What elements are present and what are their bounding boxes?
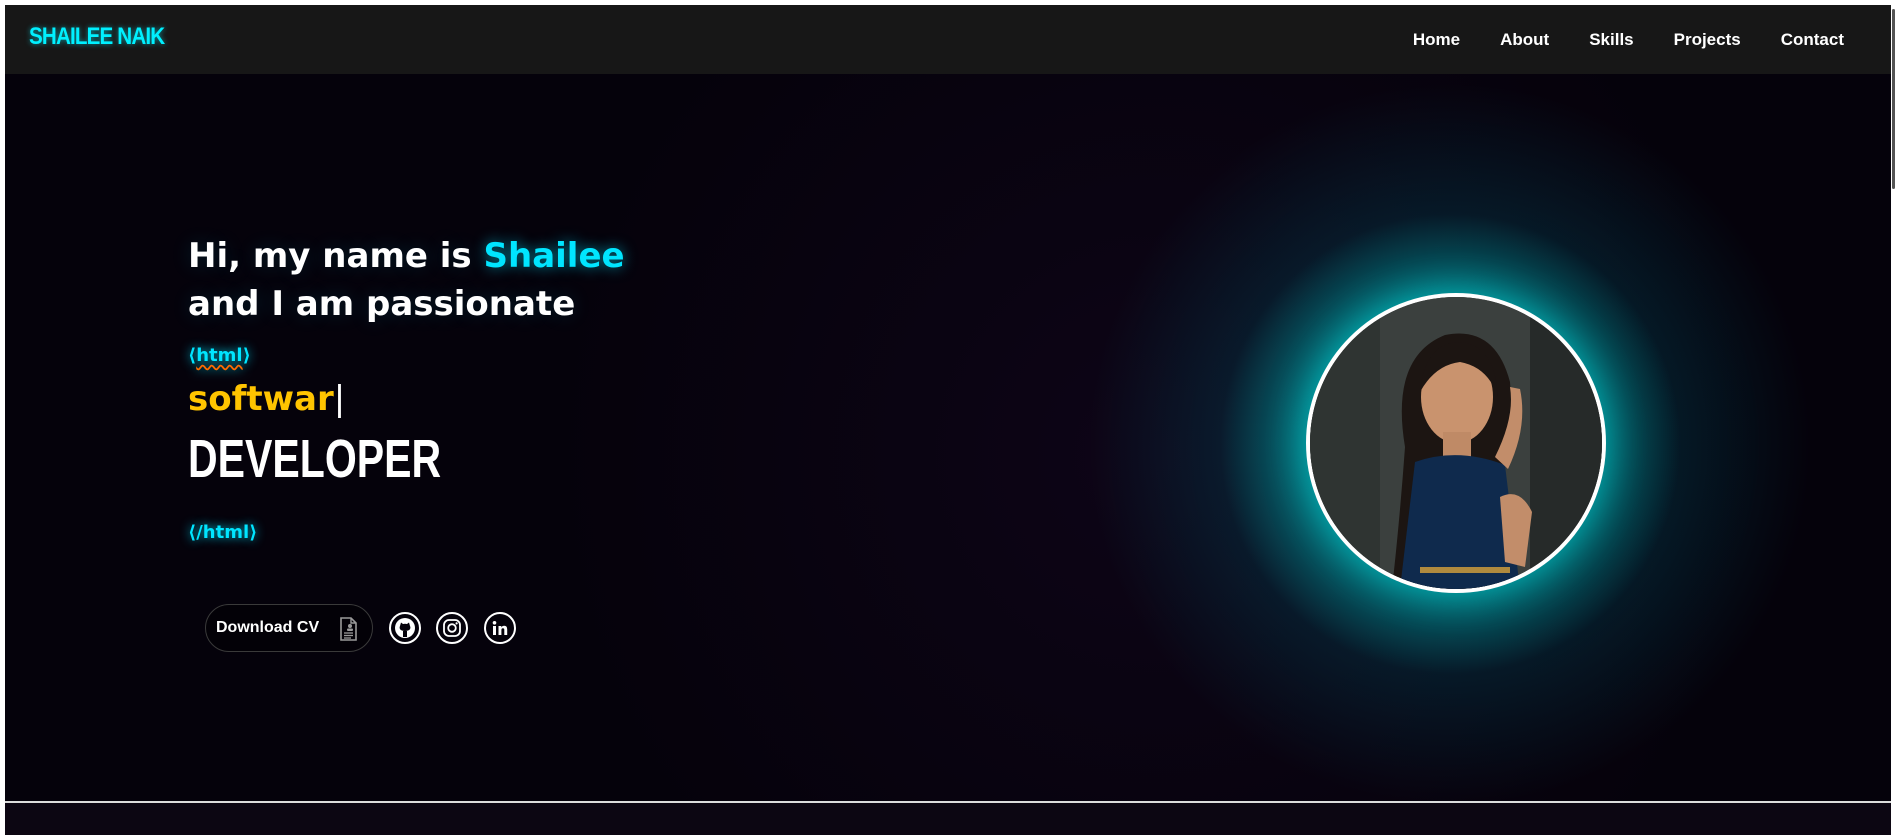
typing-cursor: | [333, 379, 346, 419]
brand-logo[interactable]: SHAILEE NAIK [29, 23, 165, 51]
download-cv-button[interactable]: Download CV [205, 604, 373, 652]
scrollbar-thumb[interactable] [1892, 9, 1895, 189]
html-open-word: html [196, 345, 243, 366]
greeting-prefix: Hi, my name is [188, 236, 484, 276]
typed-role-text: softwar| [188, 375, 345, 423]
download-cv-label: Download CV [216, 619, 320, 636]
typed-text: softwar [188, 379, 334, 419]
linkedin-link[interactable] [484, 612, 516, 644]
scrollbar[interactable] [1891, 5, 1896, 835]
nav-projects[interactable]: Projects [1674, 30, 1741, 50]
next-section-preview [5, 803, 1896, 835]
nav-skills[interactable]: Skills [1589, 30, 1633, 50]
greeting-name: Shailee [483, 236, 625, 276]
role-title: DEVELOPER [188, 429, 442, 489]
instagram-link[interactable] [436, 612, 468, 644]
greeting-heading: Hi, my name is Shailee and I am passiona… [188, 232, 625, 328]
browser-viewport: SHAILEE NAIK Home About Skills Projects … [5, 5, 1896, 835]
nav-contact[interactable]: Contact [1781, 30, 1844, 50]
nav-home[interactable]: Home [1413, 30, 1460, 50]
html-open-right-bracket: ⟩ [242, 345, 251, 366]
greeting-line-1: Hi, my name is Shailee [188, 232, 625, 280]
profile-portrait-image [1310, 297, 1602, 589]
html-open-tag: ⟨html⟩ [188, 345, 251, 366]
greeting-line-2: and I am passionate [188, 284, 576, 324]
html-open-left-bracket: ⟨ [188, 345, 197, 366]
nav-about[interactable]: About [1500, 30, 1549, 50]
navbar: SHAILEE NAIK Home About Skills Projects … [5, 5, 1896, 74]
nav-links: Home About Skills Projects Contact [1413, 5, 1844, 74]
github-icon [395, 618, 415, 638]
profile-photo [1306, 293, 1606, 593]
instagram-icon [443, 619, 461, 637]
github-link[interactable] [389, 612, 421, 644]
linkedin-icon [492, 621, 508, 635]
html-close-tag: ⟨/html⟩ [188, 522, 258, 543]
document-icon [340, 617, 357, 641]
